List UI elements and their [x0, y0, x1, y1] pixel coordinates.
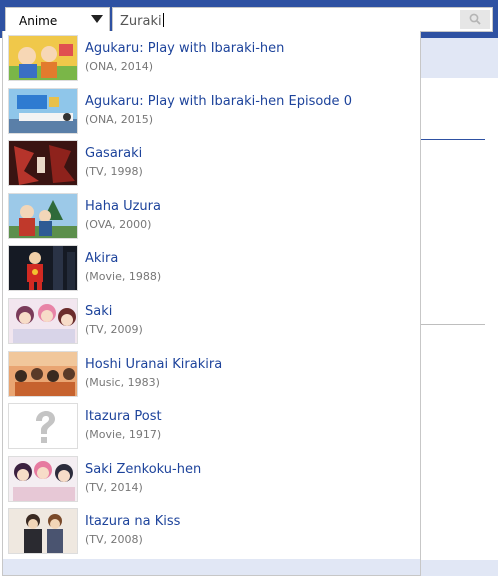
- result-title[interactable]: Agukaru: Play with Ibaraki-hen: [85, 41, 284, 56]
- result-thumbnail: [8, 87, 78, 134]
- search-result-item[interactable]: Hoshi Uranai Kirakira (Music, 1983): [3, 349, 420, 402]
- search-category-select[interactable]: Anime: [5, 7, 110, 32]
- result-meta: (Movie, 1988): [85, 270, 162, 284]
- result-meta: (Music, 1983): [85, 375, 160, 389]
- result-thumbnail: [8, 245, 78, 292]
- result-title[interactable]: Gasaraki: [85, 146, 142, 161]
- result-thumbnail: [8, 508, 78, 555]
- result-meta: (TV, 2009): [85, 322, 143, 336]
- text-cursor: [162, 13, 164, 27]
- search-result-item[interactable]: Agukaru: Play with Ibaraki-hen (ONA, 201…: [3, 33, 420, 86]
- search-category-label: Anime: [19, 14, 58, 28]
- search-result-item[interactable]: Haha Uzura (OVA, 2000): [3, 191, 420, 244]
- search-results-list: Agukaru: Play with Ibaraki-hen (ONA, 201…: [3, 33, 420, 559]
- background-page-strip: [420, 38, 498, 78]
- result-thumbnail: [8, 192, 78, 239]
- result-meta: (TV, 2014): [85, 480, 143, 494]
- result-title[interactable]: Saki Zenkoku-hen: [85, 462, 201, 477]
- result-title[interactable]: Itazura Post: [85, 409, 162, 424]
- result-meta: (Movie, 1917): [85, 428, 162, 442]
- search-input[interactable]: Zuraki: [112, 7, 493, 32]
- result-meta: (ONA, 2015): [85, 112, 153, 126]
- search-result-item[interactable]: Gasaraki (TV, 1998): [3, 138, 420, 191]
- background-divider: [420, 324, 485, 325]
- search-icon: [469, 13, 481, 25]
- result-thumbnail: [8, 455, 78, 502]
- result-title[interactable]: Akira: [85, 251, 118, 266]
- result-title[interactable]: Itazura na Kiss: [85, 514, 180, 529]
- result-title[interactable]: Agukaru: Play with Ibaraki-hen Episode 0: [85, 94, 352, 109]
- result-thumbnail: [8, 35, 78, 81]
- result-meta: (TV, 2008): [85, 533, 143, 547]
- search-result-item[interactable]: Saki (TV, 2009): [3, 296, 420, 349]
- search-result-item[interactable]: Agukaru: Play with Ibaraki-hen Episode 0…: [3, 86, 420, 139]
- result-meta: (OVA, 2000): [85, 217, 152, 231]
- result-title[interactable]: Haha Uzura: [85, 199, 161, 214]
- search-query-text: Zuraki: [120, 14, 162, 29]
- result-title[interactable]: Hoshi Uranai Kirakira: [85, 357, 222, 372]
- result-meta: (TV, 1998): [85, 165, 143, 179]
- search-result-item[interactable]: Itazura na Kiss (TV, 2008): [3, 506, 420, 559]
- result-title[interactable]: Saki: [85, 304, 112, 319]
- search-result-item[interactable]: Saki Zenkoku-hen (TV, 2014): [3, 454, 420, 507]
- result-thumbnail: [8, 140, 78, 187]
- chevron-down-icon: [91, 15, 103, 23]
- search-button[interactable]: [460, 10, 490, 29]
- search-result-item[interactable]: Itazura Post (Movie, 1917): [3, 401, 420, 454]
- question-mark-placeholder-icon: [8, 403, 78, 450]
- result-thumbnail: [8, 297, 78, 344]
- search-result-item[interactable]: Akira (Movie, 1988): [3, 243, 420, 296]
- result-thumbnail: [8, 350, 78, 397]
- result-meta: (ONA, 2014): [85, 60, 153, 73]
- search-suggestions-dropdown: Agukaru: Play with Ibaraki-hen (ONA, 201…: [2, 31, 421, 576]
- background-page-strip: [420, 560, 498, 576]
- dropdown-footer: [3, 559, 420, 575]
- background-divider: [420, 139, 485, 140]
